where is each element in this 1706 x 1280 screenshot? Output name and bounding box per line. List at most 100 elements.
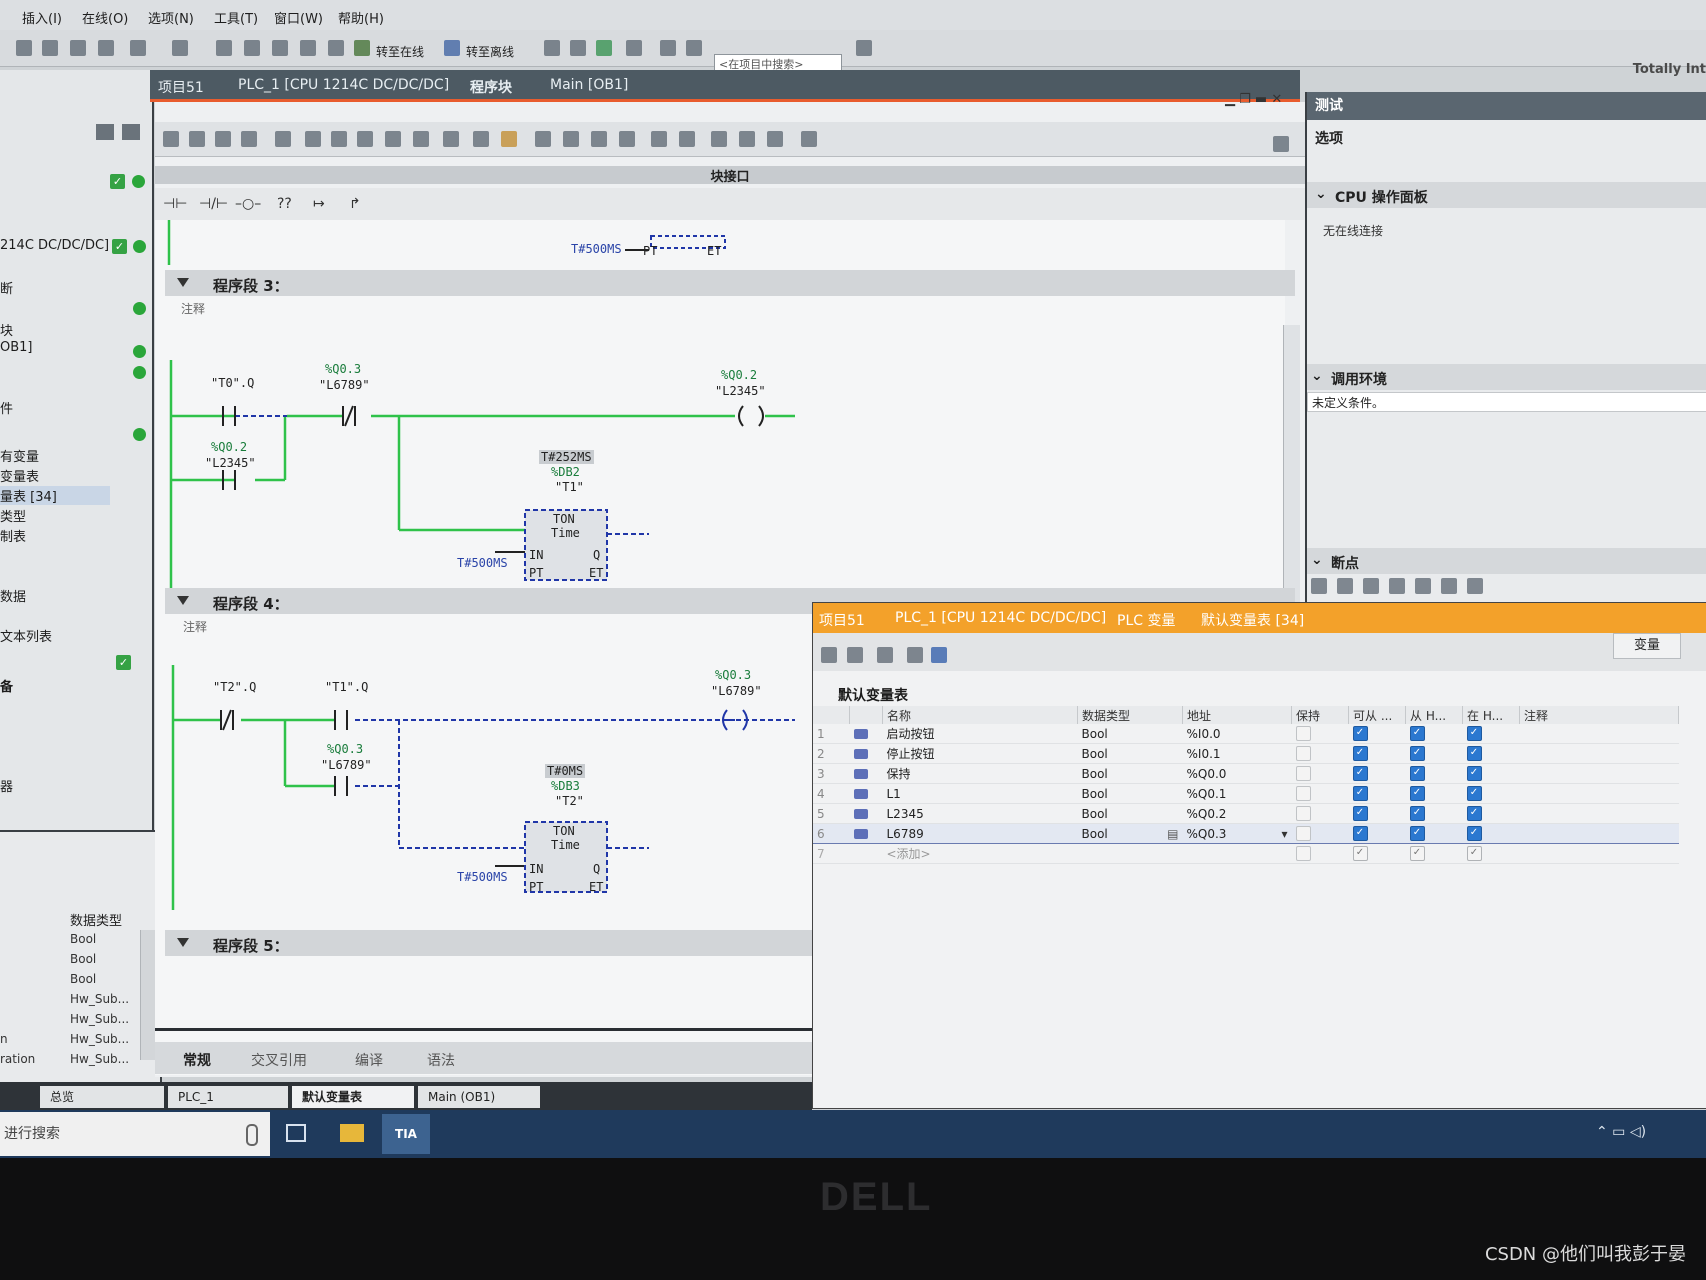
- retain-checkbox[interactable]: [1291, 803, 1349, 824]
- menu-insert[interactable]: 插入(I): [22, 8, 62, 27]
- tag-type[interactable]: Bool: [1077, 783, 1183, 804]
- tag-address[interactable]: %Q0.0: [1182, 763, 1292, 784]
- export-icon[interactable]: [877, 647, 893, 663]
- tree-item-text-lists[interactable]: 文本列表: [0, 626, 52, 645]
- windows-search-box[interactable]: 进行搜索: [0, 1112, 270, 1156]
- tab-compile[interactable]: 编译: [355, 1050, 383, 1070]
- tree-item-watch-table[interactable]: 制表: [0, 526, 26, 545]
- detail-scrollbar[interactable]: [140, 930, 155, 1060]
- table-row[interactable]: 3 保持 Bool %Q0.0 ✓ ✓ ✓: [813, 763, 1679, 784]
- tab-general[interactable]: 常规: [183, 1050, 211, 1070]
- step-out-icon[interactable]: [1467, 578, 1483, 594]
- sort-icon[interactable]: [679, 131, 695, 147]
- tag-info-icon[interactable]: [413, 131, 429, 147]
- watch-icon[interactable]: [711, 131, 727, 147]
- paste-icon[interactable]: [70, 40, 86, 56]
- breakpoint-icon[interactable]: [801, 131, 817, 147]
- retain-checkbox[interactable]: [1291, 843, 1349, 864]
- tree-item-devices[interactable]: 备: [0, 676, 13, 695]
- step-over-icon[interactable]: [1441, 578, 1457, 594]
- start-sim-icon[interactable]: [328, 40, 344, 56]
- tag-type-value[interactable]: Bool: [1082, 827, 1108, 841]
- network-4-comment[interactable]: 注释: [183, 618, 207, 635]
- network-3-comment[interactable]: 注释: [181, 300, 205, 317]
- menu-window[interactable]: 窗口(W): [274, 8, 323, 27]
- shortcut-icon[interactable]: [473, 131, 489, 147]
- absolute-operands-icon[interactable]: [385, 131, 401, 147]
- split-horizontal-icon[interactable]: [660, 40, 676, 56]
- no-contact-button[interactable]: ⊣⊢: [163, 196, 187, 212]
- monitor-tags-icon[interactable]: [907, 647, 923, 663]
- col-writable[interactable]: 从 H...: [1405, 706, 1463, 724]
- tag-type[interactable]: Bool: [1077, 743, 1183, 764]
- tag-comment[interactable]: [1519, 724, 1679, 744]
- view-icon[interactable]: [931, 647, 947, 663]
- download-icon[interactable]: [244, 40, 260, 56]
- insert-row-icon[interactable]: [215, 131, 231, 147]
- col-type[interactable]: 数据类型: [1077, 706, 1183, 724]
- tag-name[interactable]: L1: [882, 783, 1078, 804]
- go-to-error-icon[interactable]: [535, 131, 551, 147]
- delete-network-icon[interactable]: [189, 131, 205, 147]
- monitor-icon[interactable]: [596, 40, 612, 56]
- tag-comment[interactable]: [1519, 803, 1679, 824]
- step-into-icon[interactable]: [1415, 578, 1431, 594]
- breakpoint-clear-icon[interactable]: [1337, 578, 1353, 594]
- visible-checkbox[interactable]: ✓: [1462, 823, 1520, 844]
- tab-cross-reference[interactable]: 交叉引用: [251, 1050, 307, 1070]
- microphone-icon[interactable]: [246, 1124, 258, 1146]
- upload-icon[interactable]: [272, 40, 288, 56]
- tab-syntax[interactable]: 语法: [427, 1050, 455, 1070]
- tab-tags[interactable]: 变量: [1613, 633, 1681, 659]
- tag-type[interactable]: Bool ▤: [1077, 823, 1183, 844]
- col-comment[interactable]: 注释: [1519, 706, 1679, 724]
- accessible-checkbox[interactable]: ✓: [1348, 783, 1406, 804]
- tag-type[interactable]: Bool: [1077, 724, 1183, 744]
- close-branch-button[interactable]: ↱: [349, 196, 361, 212]
- chevron-down-icon[interactable]: ▾: [1281, 827, 1287, 841]
- cut-icon[interactable]: [16, 40, 32, 56]
- delete-icon[interactable]: [98, 40, 114, 56]
- go-offline-icon[interactable]: [444, 40, 460, 56]
- col-visible[interactable]: 在 H...: [1462, 706, 1520, 724]
- table-row[interactable]: 4 L1 Bool %Q0.1 ✓ ✓ ✓: [813, 783, 1679, 804]
- retain-checkbox[interactable]: [1291, 763, 1349, 784]
- display-icon[interactable]: [443, 131, 459, 147]
- undo-icon[interactable]: [130, 40, 146, 56]
- visible-checkbox[interactable]: ✓: [1462, 763, 1520, 784]
- col-address[interactable]: 地址: [1182, 706, 1292, 724]
- open-all-icon[interactable]: [305, 131, 321, 147]
- copy-icon[interactable]: [42, 40, 58, 56]
- vt-breadcrumb-plc-tags[interactable]: PLC 变量: [1117, 610, 1175, 630]
- breakpoint-set-icon[interactable]: [1311, 578, 1327, 594]
- tree-item-types[interactable]: 类型: [0, 506, 26, 525]
- previous-error-icon[interactable]: [563, 131, 579, 147]
- add-tag-icon[interactable]: [821, 647, 837, 663]
- monitoring-icon[interactable]: [501, 131, 517, 147]
- file-explorer-icon[interactable]: [340, 1124, 364, 1142]
- retain-checkbox[interactable]: [1291, 743, 1349, 764]
- call-env-condition[interactable]: 未定义条件。: [1307, 392, 1706, 412]
- tree-item-blocks[interactable]: 块: [0, 320, 13, 339]
- call-env-header[interactable]: ⌄ 调用环境: [1307, 364, 1706, 390]
- accessible-checkbox[interactable]: ✓: [1348, 803, 1406, 824]
- visible-checkbox[interactable]: ✓: [1462, 843, 1520, 864]
- menu-options[interactable]: 选项(N): [148, 8, 194, 27]
- writable-checkbox[interactable]: ✓: [1405, 763, 1463, 784]
- retain-checkbox[interactable]: [1291, 823, 1349, 844]
- breakpoints-header[interactable]: ⌄ 断点: [1307, 548, 1706, 574]
- tree-item-interrupt[interactable]: 断: [0, 278, 13, 297]
- tag-comment[interactable]: [1519, 783, 1679, 804]
- tag-type[interactable]: Bool: [1077, 763, 1183, 784]
- tag-name[interactable]: 保持: [882, 763, 1078, 784]
- tag-address[interactable]: %Q0.3 ▾: [1182, 823, 1292, 844]
- coil-button[interactable]: –○–: [235, 196, 261, 212]
- writable-checkbox[interactable]: ✓: [1405, 724, 1463, 744]
- writable-checkbox[interactable]: ✓: [1405, 743, 1463, 764]
- add-row-icon[interactable]: [241, 131, 257, 147]
- tag-address[interactable]: %Q0.1: [1182, 783, 1292, 804]
- vt-breadcrumb-default-table[interactable]: 默认变量表 [34]: [1201, 610, 1304, 630]
- open-branch-button[interactable]: ↦: [313, 196, 325, 212]
- search-go-icon[interactable]: [856, 40, 872, 56]
- tree-item-readers[interactable]: 器: [0, 776, 13, 795]
